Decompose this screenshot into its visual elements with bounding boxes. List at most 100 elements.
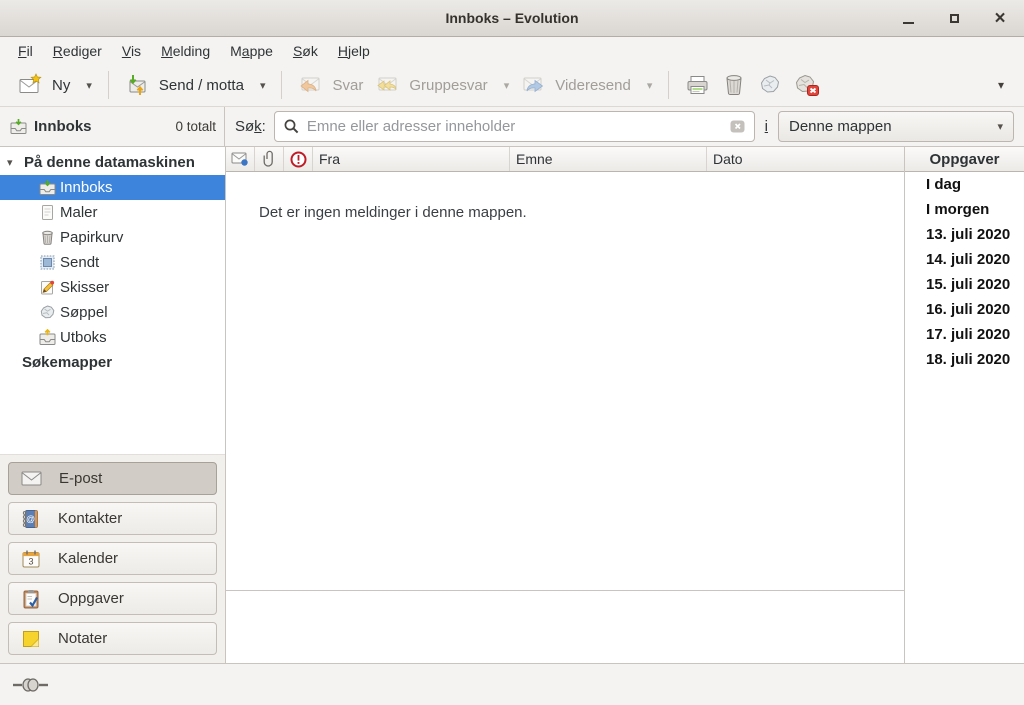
folder-tree: ▾ På denne datamaskinen Innboks [0,147,225,454]
switcher-calendar-button[interactable]: 3 Kalender [8,542,217,575]
task-group-date[interactable]: 16. juli 2020 [905,297,1024,322]
message-list-pane: Fra Emne Dato Det er ingen meldinger i d… [226,147,904,663]
tree-root-label: På denne datamaskinen [24,154,195,171]
task-group-tomorrow[interactable]: I morgen [905,197,1024,222]
column-subject[interactable]: Emne [510,147,707,171]
tree-root-this-computer[interactable]: ▾ På denne datamaskinen [0,150,225,175]
new-message-button[interactable]: Ny ▾ [12,68,98,102]
message-list-header: Fra Emne Dato [226,147,904,172]
folder-label: Sendt [60,254,99,271]
task-group-date[interactable]: 13. juli 2020 [905,222,1024,247]
close-button[interactable]: × [988,7,1012,31]
paperclip-icon [263,150,276,168]
search-scope-label: i [765,118,768,135]
menu-fil[interactable]: Fil [8,39,43,63]
task-group-date[interactable]: 14. juli 2020 [905,247,1024,272]
forward-icon [521,73,545,97]
column-from[interactable]: Fra [313,147,510,171]
current-folder-name: Innboks [34,118,92,135]
send-receive-icon [125,73,149,97]
reply-button[interactable]: Svar [292,68,369,102]
print-button[interactable] [679,68,716,102]
switcher-label: E-post [59,470,102,487]
window-title: Innboks – Evolution [445,10,578,26]
menu-rediger[interactable]: Rediger [43,39,112,63]
send-receive-dropdown-arrow[interactable]: ▾ [260,79,266,92]
switcher-contacts-button[interactable]: @ Kontakter [8,502,217,535]
menu-mappe[interactable]: Mappe [220,39,283,63]
menu-sok[interactable]: Søk [283,39,328,63]
message-list-body[interactable]: Det er ingen meldinger i denne mappen. [226,172,904,590]
folder-item-innboks[interactable]: Innboks [0,175,225,200]
menu-hjelp[interactable]: Hjelp [328,39,380,63]
window-controls: × [896,0,1016,37]
preview-pane[interactable] [226,590,904,663]
chevron-down-icon: ▾ [997,120,1003,133]
online-status-icon[interactable] [13,677,49,693]
switcher-memos-button[interactable]: Notater [8,622,217,655]
column-attachment[interactable] [255,147,284,171]
forward-button[interactable]: Videresend ▾ [515,68,658,102]
search-entry[interactable] [274,111,755,142]
folder-item-sendt[interactable]: Sendt [0,250,225,275]
search-scope-dropdown[interactable]: Denne mappen ▾ [778,111,1014,142]
titlebar: Innboks – Evolution × [0,0,1024,37]
calendar-icon: 3 [21,549,41,569]
status-bar [0,663,1024,705]
toolbar-separator [281,71,282,99]
task-pane: Oppgaver I dag I morgen 13. juli 2020 14… [904,147,1024,663]
switcher-mail-button[interactable]: E-post [8,462,217,495]
folder-item-maler[interactable]: Maler [0,200,225,225]
column-priority[interactable] [284,147,313,171]
close-icon: × [994,9,1005,28]
svg-text:3: 3 [28,556,33,566]
group-reply-button[interactable]: Gruppesvar ▾ [369,68,515,102]
drafts-icon [39,279,56,296]
column-read-status[interactable] [226,147,255,171]
folder-item-utboks[interactable]: Utboks [0,325,225,350]
junk-icon [39,304,56,321]
tree-section-sokemapper[interactable]: Søkemapper [0,350,225,375]
toolbar-overflow-arrow[interactable]: ▾ [990,78,1012,92]
forward-label: Videresend [555,77,631,94]
task-group-today[interactable]: I dag [905,172,1024,197]
maximize-icon [950,14,959,23]
search-input[interactable] [307,118,722,135]
folder-label: Skisser [60,279,109,296]
folder-item-skisser[interactable]: Skisser [0,275,225,300]
task-pane-header[interactable]: Oppgaver [905,147,1024,172]
forward-dropdown-arrow[interactable]: ▾ [647,79,653,92]
search-icon [283,118,300,135]
folder-label: Papirkurv [60,229,123,246]
current-folder-info: Innboks 0 totalt [0,107,225,146]
expander-icon[interactable]: ▾ [7,156,19,169]
maximize-button[interactable] [942,7,966,31]
templates-icon [39,204,56,221]
switcher-tasks-button[interactable]: Oppgaver [8,582,217,615]
junk-button[interactable] [752,68,788,102]
delete-button[interactable] [716,68,752,102]
folder-item-papirkurv[interactable]: Papirkurv [0,225,225,250]
group-reply-label: Gruppesvar [409,77,487,94]
column-date[interactable]: Dato [707,147,904,171]
folder-label: Maler [60,204,98,221]
minimize-button[interactable] [896,7,920,31]
task-group-date[interactable]: 17. juli 2020 [905,322,1024,347]
toolbar-separator [108,71,109,99]
search-label: Søk: [235,118,266,135]
folder-item-soppel[interactable]: Søppel [0,300,225,325]
sidebar: ▾ På denne datamaskinen Innboks [0,147,226,663]
send-receive-button[interactable]: Send / motta ▾ [119,68,272,102]
trash-icon [39,229,56,246]
group-reply-dropdown-arrow[interactable]: ▾ [504,79,510,92]
not-junk-button[interactable] [788,68,826,102]
new-message-dropdown-arrow[interactable]: ▾ [86,79,92,92]
task-group-date[interactable]: 15. juli 2020 [905,272,1024,297]
task-group-date[interactable]: 18. juli 2020 [905,347,1024,372]
minimize-icon [903,22,914,24]
clear-search-icon[interactable] [729,118,746,135]
folder-label: Utboks [60,329,107,346]
switcher-label: Oppgaver [58,590,124,607]
menu-melding[interactable]: Melding [151,39,220,63]
menu-vis[interactable]: Vis [112,39,151,63]
